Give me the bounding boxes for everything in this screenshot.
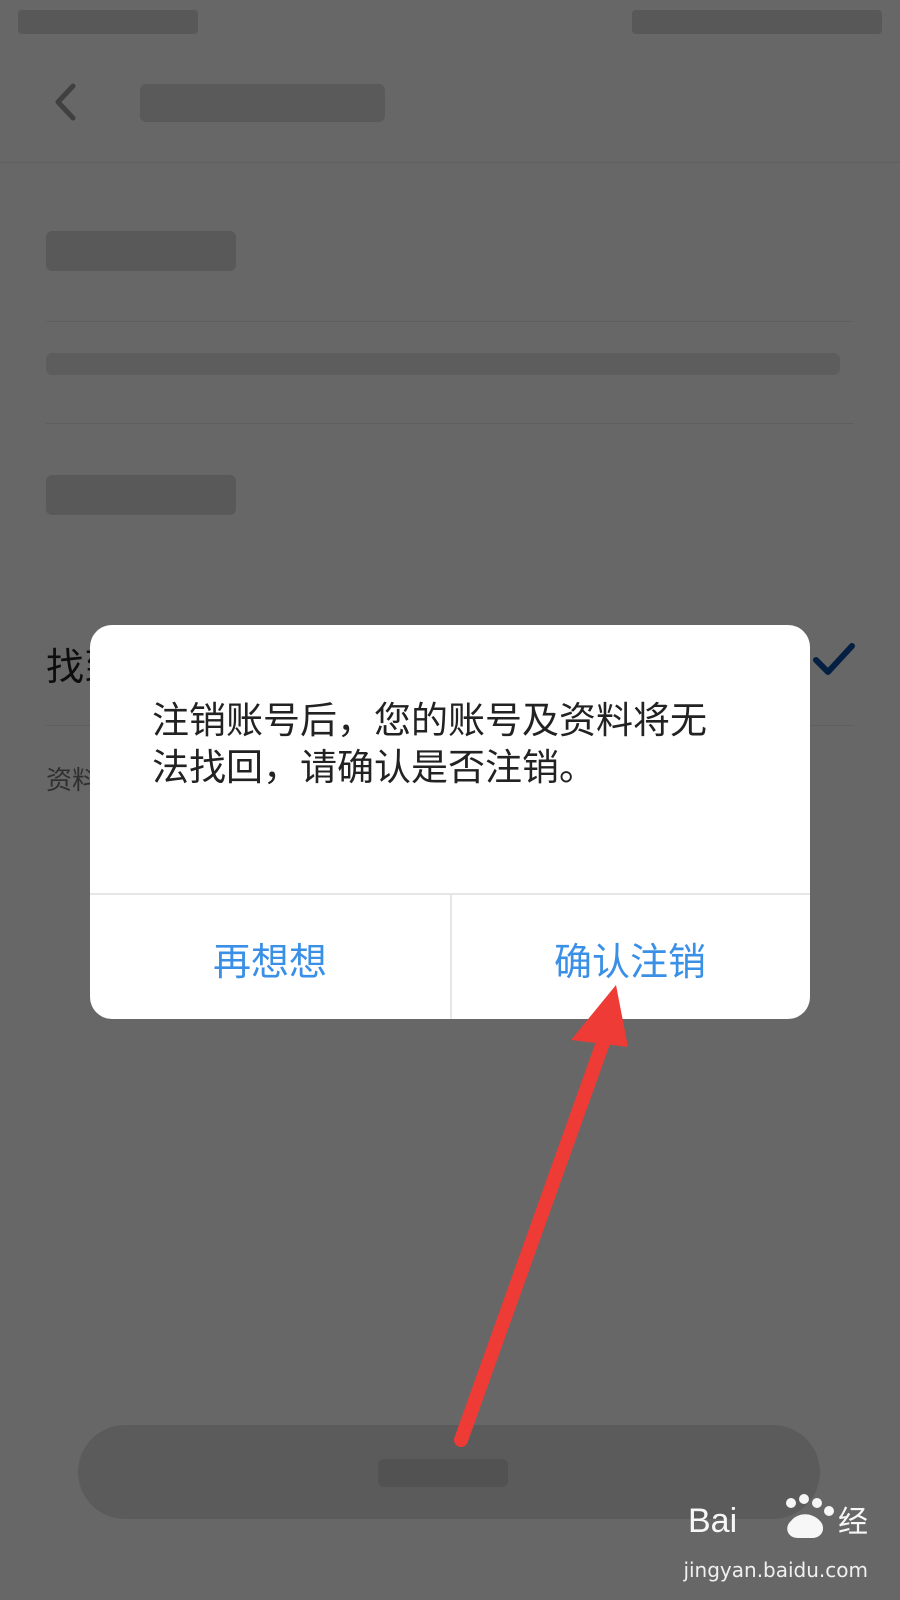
watermark-site-text: jingyan.baidu.com	[683, 1558, 868, 1582]
paw-icon: Bai 经验	[688, 1494, 868, 1540]
svg-text:Bai: Bai	[688, 1502, 737, 1540]
dialog-footer: 再想想 确认注销	[90, 893, 810, 1019]
dialog-message: 注销账号后，您的账号及资料将无 法找回，请确认是否注销。	[152, 699, 707, 789]
cancel-button[interactable]: 再想想	[90, 895, 452, 1019]
svg-text:经验: 经验	[838, 1506, 868, 1539]
baidu-watermark: Bai 经验 jingyan.baidu.com	[683, 1492, 868, 1582]
confirm-button[interactable]: 确认注销	[450, 895, 810, 1019]
confirm-cancel-dialog: 注销账号后，您的账号及资料将无 法找回，请确认是否注销。 再想想 确认注销	[90, 625, 810, 1019]
